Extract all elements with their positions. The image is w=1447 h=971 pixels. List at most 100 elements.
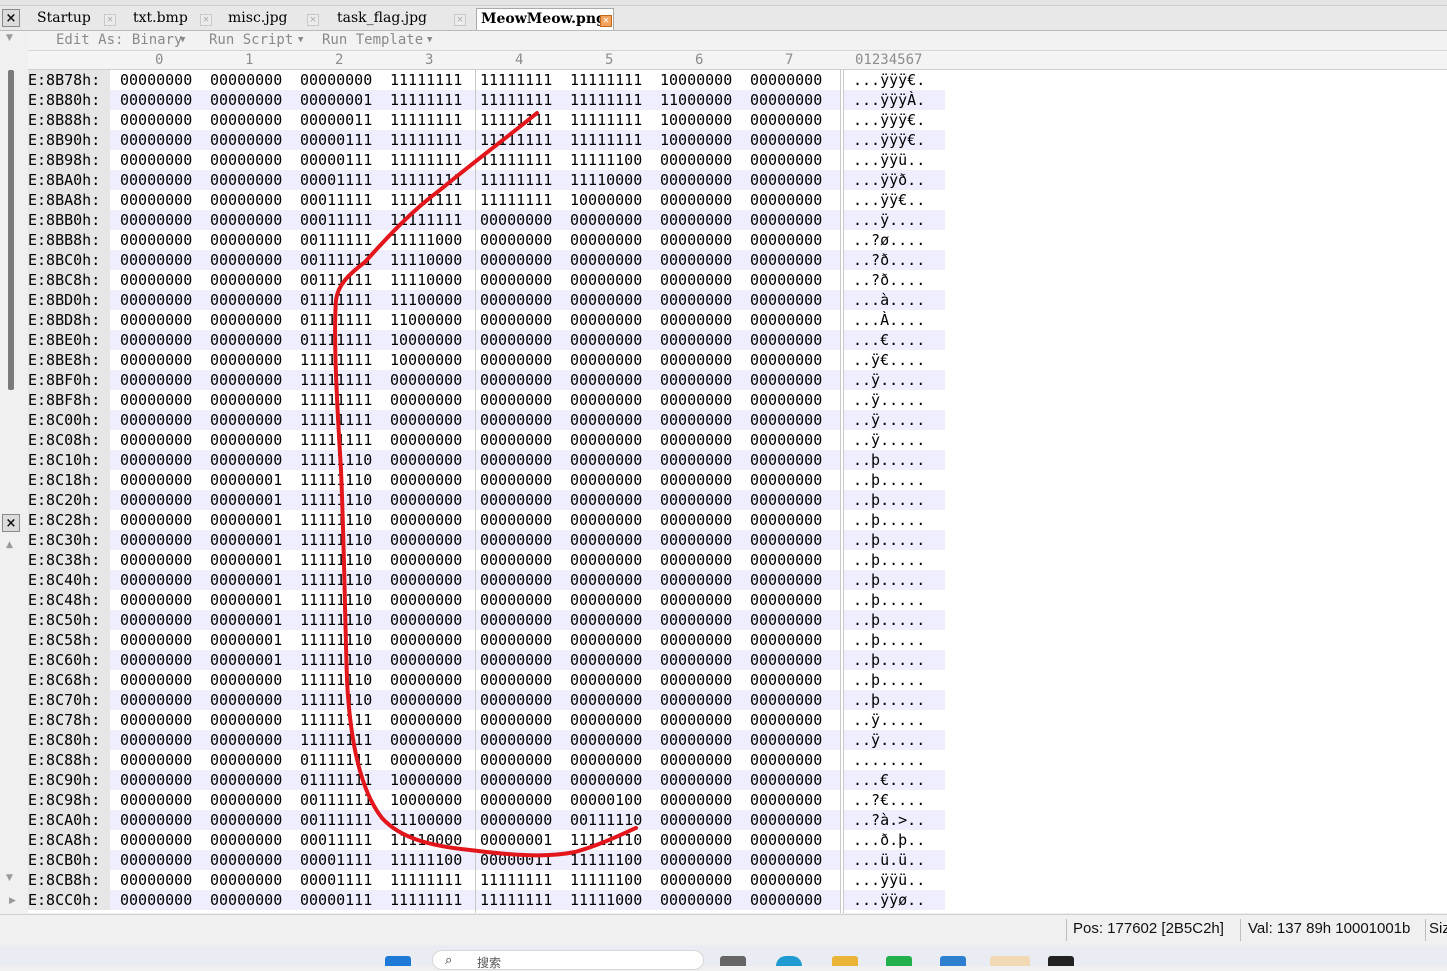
byte-cell[interactable]: 00000000 [120,690,210,710]
byte-cell[interactable]: 10000000 [390,330,480,350]
byte-cell[interactable]: 00000000 [210,830,300,850]
byte-cell[interactable]: 00000000 [210,310,300,330]
byte-cell[interactable]: 00000000 [210,150,300,170]
hex-row[interactable]: E:8C00h: 00000000 00000000 11111111 00000000… [28,410,945,430]
hex-row[interactable]: E:8B80h: 00000000 00000000 00000001 11111111… [28,90,945,110]
byte-cell[interactable]: 11111110 [300,550,390,570]
byte-cell[interactable]: 11111111 [390,70,480,90]
byte-cell[interactable]: 00000000 [210,370,300,390]
byte-cell[interactable]: 10000000 [660,110,750,130]
byte-cell[interactable]: 10000000 [660,70,750,90]
byte-cell[interactable]: 00000011 [480,850,570,870]
chat-app-icon[interactable] [886,956,912,966]
byte-cell[interactable]: 10000000 [390,350,480,370]
hex-row[interactable]: E:8CB0h: 00000000 00000000 00001111 11111100… [28,850,945,870]
byte-cell[interactable]: 00000000 [750,890,840,910]
row-text[interactable]: ..ÿ..... [843,410,945,430]
byte-cell[interactable]: 00000000 [120,730,210,750]
byte-cell[interactable]: 00000000 [120,470,210,490]
byte-cell[interactable]: 11111111 [390,870,480,890]
byte-cell[interactable]: 00000000 [210,70,300,90]
byte-cell[interactable]: 00000000 [120,770,210,790]
byte-cell[interactable]: 00000000 [120,290,210,310]
byte-cell[interactable]: 11000000 [660,90,750,110]
byte-cell[interactable]: 00000000 [120,810,210,830]
byte-cell[interactable]: 00000000 [480,590,570,610]
byte-cell[interactable]: 00000011 [300,110,390,130]
row-text[interactable]: ........ [843,750,945,770]
byte-cell[interactable]: 11111110 [300,650,390,670]
byte-cell[interactable]: 00000000 [120,110,210,130]
byte-cell[interactable]: 00000000 [210,290,300,310]
byte-cell[interactable]: 00000000 [750,90,840,110]
row-text[interactable]: ..þ..... [843,530,945,550]
byte-cell[interactable]: 00000000 [750,690,840,710]
byte-cell[interactable]: 00000000 [210,870,300,890]
byte-cell[interactable]: 00000000 [750,490,840,510]
byte-cell[interactable]: 00000000 [390,630,480,650]
byte-cell[interactable]: 00000000 [570,430,660,450]
byte-cell[interactable]: 00000111 [300,130,390,150]
byte-cell[interactable]: 10000000 [570,190,660,210]
byte-cell[interactable]: 00000000 [750,190,840,210]
byte-cell[interactable]: 11100000 [390,290,480,310]
byte-cell[interactable]: 00000000 [750,410,840,430]
byte-cell[interactable]: 00111111 [300,270,390,290]
byte-cell[interactable]: 00000000 [570,350,660,370]
byte-cell[interactable]: 00000000 [570,670,660,690]
byte-cell[interactable]: 00000000 [750,830,840,850]
byte-cell[interactable]: 00000000 [390,650,480,670]
row-text[interactable]: ...ÿ.... [843,210,945,230]
byte-cell[interactable]: 00000100 [570,790,660,810]
byte-cell[interactable]: 00000000 [750,650,840,670]
byte-cell[interactable]: 00000000 [390,730,480,750]
byte-cell[interactable]: 00000000 [750,810,840,830]
byte-cell[interactable]: 00000000 [750,310,840,330]
byte-cell[interactable]: 00000000 [570,590,660,610]
byte-cell[interactable]: 00000000 [660,350,750,370]
row-text[interactable]: ..þ..... [843,570,945,590]
byte-cell[interactable]: 00000000 [120,610,210,630]
byte-cell[interactable]: 00000000 [750,270,840,290]
row-text[interactable]: ..þ..... [843,650,945,670]
scroll-down-icon[interactable]: ▼ [6,873,13,883]
byte-cell[interactable]: 11111111 [390,130,480,150]
byte-cell[interactable]: 00000000 [390,470,480,490]
byte-cell[interactable]: 00000001 [210,570,300,590]
hex-row[interactable]: E:8BB8h: 00000000 00000000 00111111 11111000… [28,230,945,250]
row-text[interactable]: ...ÿÿÿ€. [843,110,945,130]
byte-cell[interactable]: 11111111 [390,110,480,130]
row-text[interactable]: ..þ..... [843,690,945,710]
byte-cell[interactable]: 11111111 [390,170,480,190]
row-text[interactable]: ..þ..... [843,450,945,470]
byte-cell[interactable]: 00000000 [570,490,660,510]
terminal-icon[interactable] [1048,956,1074,966]
row-text[interactable]: ..ÿ..... [843,710,945,730]
hex-row[interactable]: E:8C50h: 00000000 00000001 11111110 00000000… [28,610,945,630]
byte-cell[interactable]: 00000000 [660,650,750,670]
byte-cell[interactable]: 00000000 [210,350,300,370]
byte-cell[interactable]: 11111111 [300,350,390,370]
byte-cell[interactable]: 00000000 [660,270,750,290]
byte-cell[interactable]: 00000000 [660,810,750,830]
byte-cell[interactable]: 00000001 [210,490,300,510]
byte-cell[interactable]: 00000000 [120,650,210,670]
byte-cell[interactable]: 11111111 [390,210,480,230]
byte-cell[interactable]: 00000000 [480,490,570,510]
hex-row[interactable]: E:8C70h: 00000000 00000000 11111110 00000000… [28,690,945,710]
byte-cell[interactable]: 00111111 [300,250,390,270]
byte-cell[interactable]: 00000000 [480,810,570,830]
byte-cell[interactable]: 00000000 [390,750,480,770]
hex-row[interactable]: E:8C28h: 00000000 00000001 11111110 00000000… [28,510,945,530]
byte-cell[interactable]: 00000000 [120,870,210,890]
byte-cell[interactable]: 00000000 [120,250,210,270]
byte-cell[interactable]: 11110000 [390,830,480,850]
close-panel-icon-2[interactable]: × [2,514,20,532]
byte-cell[interactable]: 11111111 [300,390,390,410]
byte-cell[interactable]: 00000000 [660,870,750,890]
hex-row[interactable]: E:8C18h: 00000000 00000001 11111110 00000000… [28,470,945,490]
byte-cell[interactable]: 11111111 [570,130,660,150]
byte-cell[interactable]: 00000000 [480,370,570,390]
byte-cell[interactable]: 00000000 [480,430,570,450]
byte-cell[interactable]: 00000000 [480,550,570,570]
